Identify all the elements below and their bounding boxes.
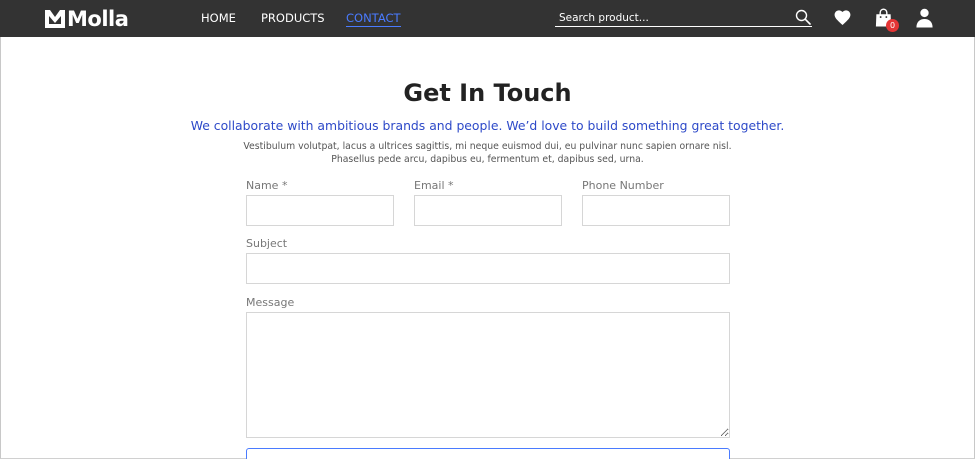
user-icon[interactable] (915, 8, 934, 28)
logo-m-icon (45, 10, 65, 28)
description-line: Phasellus pede arcu, dapibus eu, ferment… (331, 154, 644, 165)
cart-count-badge: 0 (886, 19, 899, 32)
page-subtitle: We collaborate with ambitious brands and… (190, 118, 785, 133)
nav-contact-link[interactable]: CONTACT (346, 11, 401, 27)
search-input[interactable] (559, 10, 784, 25)
subject-input[interactable] (246, 253, 730, 284)
page-description: Vestibulum volutpat, lacus a ultrices sa… (0, 140, 975, 166)
search-bar (555, 8, 812, 27)
subject-label: Subject (246, 237, 288, 250)
submit-button[interactable] (246, 448, 730, 459)
search-icon[interactable] (795, 9, 811, 25)
description-line: Vestibulum volutpat, lacus a ultrices sa… (243, 141, 732, 152)
page-title: Get In Touch (403, 79, 572, 107)
name-label: Name * (246, 179, 288, 192)
phone-label: Phone Number (582, 179, 664, 192)
nav-home-link[interactable]: HOME (201, 11, 236, 26)
top-navbar: Molla HOME PRODUCTS CONTACT 0 (0, 0, 975, 37)
brand-logo[interactable]: Molla (44, 7, 129, 31)
email-input[interactable] (414, 195, 562, 226)
nav-products-link[interactable]: PRODUCTS (261, 11, 325, 26)
name-input[interactable] (246, 195, 394, 226)
message-label: Message (246, 296, 295, 309)
email-label: Email * (414, 179, 454, 192)
brand-name: Molla (67, 7, 129, 31)
heart-icon[interactable] (833, 8, 852, 27)
phone-input[interactable] (582, 195, 730, 226)
message-textarea[interactable] (246, 312, 730, 438)
